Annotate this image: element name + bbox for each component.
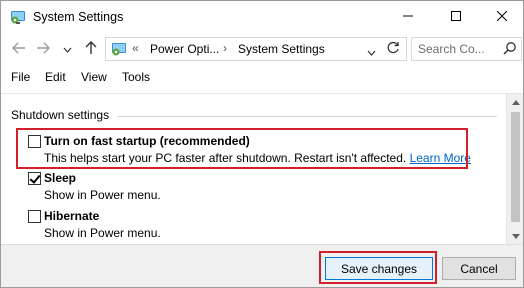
back-button[interactable]: [11, 41, 27, 57]
hibernate-label[interactable]: Hibernate: [44, 209, 99, 223]
back-arrow-icon: [12, 42, 26, 57]
vertical-scrollbar[interactable]: [506, 94, 523, 244]
scroll-up-button[interactable]: [507, 94, 523, 110]
system-settings-window: System Settings « Power Opti... › System…: [0, 0, 524, 288]
save-changes-highlight: [319, 251, 437, 284]
minimize-button[interactable]: [385, 1, 431, 33]
sleep-description: Show in Power menu.: [44, 188, 161, 202]
maximize-icon: [451, 10, 461, 24]
menu-bar: File Edit View Tools: [1, 67, 523, 89]
address-dropdown-button[interactable]: [367, 45, 376, 59]
scroll-down-button[interactable]: [507, 228, 523, 244]
settings-content: Shutdown settings Turn on fast startup (…: [1, 94, 506, 244]
hibernate-checkbox[interactable]: [28, 210, 41, 223]
up-button[interactable]: [83, 40, 99, 58]
breadcrumb-system-settings[interactable]: System Settings: [238, 42, 325, 56]
menu-edit[interactable]: Edit: [45, 70, 66, 84]
address-bar[interactable]: « Power Opti... › System Settings: [105, 37, 407, 61]
search-box[interactable]: Search Co...: [411, 37, 522, 61]
breadcrumb-separator[interactable]: ›: [223, 41, 227, 55]
close-icon: [496, 10, 508, 24]
forward-arrow-icon: [36, 42, 50, 57]
menu-tools[interactable]: Tools: [122, 70, 150, 84]
fast-startup-highlight: [16, 128, 468, 169]
search-icon[interactable]: [503, 41, 517, 58]
navigation-bar: « Power Opti... › System Settings Search…: [1, 33, 523, 65]
section-title: Shutdown settings: [11, 108, 110, 122]
recent-locations-dropdown[interactable]: [59, 41, 75, 57]
dropdown-icon: [63, 42, 72, 56]
maximize-button[interactable]: [433, 1, 479, 33]
scrollbar-thumb[interactable]: [511, 112, 520, 222]
title-bar: System Settings: [1, 1, 523, 33]
hibernate-description: Show in Power menu.: [44, 226, 161, 240]
up-arrow-icon: [85, 40, 97, 58]
control-panel-icon: [9, 9, 27, 25]
address-prefix[interactable]: «: [132, 41, 139, 55]
minimize-icon: [403, 10, 413, 24]
section-divider: [117, 116, 497, 117]
dialog-footer: Save changes Cancel: [1, 244, 523, 287]
close-button[interactable]: [479, 1, 523, 33]
search-input[interactable]: Search Co...: [418, 42, 485, 56]
cancel-button[interactable]: Cancel: [442, 257, 516, 280]
sleep-label[interactable]: Sleep: [44, 171, 76, 185]
forward-button[interactable]: [35, 41, 51, 57]
menu-file[interactable]: File: [11, 70, 30, 84]
menu-view[interactable]: View: [81, 70, 107, 84]
control-panel-icon: [110, 41, 128, 60]
refresh-icon[interactable]: [386, 41, 400, 58]
breadcrumb-power-options[interactable]: Power Opti...: [150, 42, 219, 56]
window-title: System Settings: [33, 10, 124, 24]
sleep-checkbox[interactable]: [28, 172, 41, 185]
